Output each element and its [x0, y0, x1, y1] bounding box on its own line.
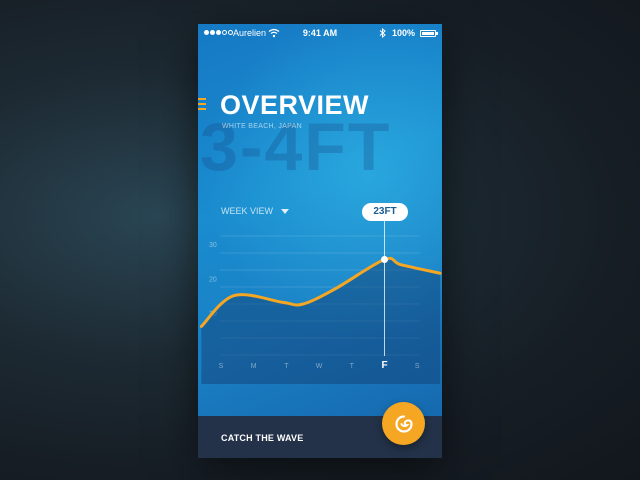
selected-value-badge: 23FT — [362, 203, 408, 221]
wave-height-chart[interactable]: 302010 SMTWTFS — [198, 24, 442, 458]
day-label[interactable]: S — [219, 363, 224, 370]
day-label[interactable]: W — [316, 363, 323, 370]
y-tick-label: 20 — [209, 276, 217, 283]
wave-action-button[interactable] — [382, 402, 425, 445]
y-tick-label: 30 — [209, 242, 217, 249]
selection-point[interactable] — [381, 256, 388, 264]
day-label[interactable]: M — [251, 363, 257, 370]
day-label[interactable]: T — [350, 363, 355, 370]
catch-the-wave-label[interactable]: CATCH THE WAVE — [221, 433, 303, 443]
day-label[interactable]: T — [284, 363, 289, 370]
day-label[interactable]: S — [415, 363, 420, 370]
day-label[interactable]: F — [381, 360, 387, 371]
wave-icon — [394, 414, 413, 433]
phone-screen: Aurelien 9:41 AM 100% 3-4FT OVERVIEW WHI… — [198, 24, 442, 458]
